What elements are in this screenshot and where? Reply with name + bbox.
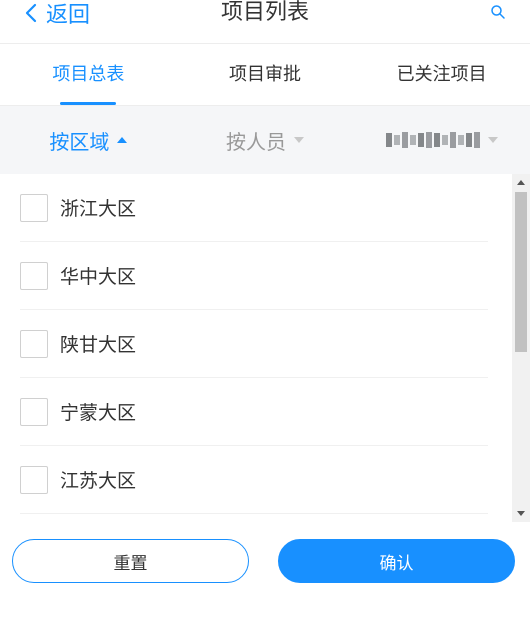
caret-down-icon (487, 137, 498, 143)
region-list: 浙江大区 华中大区 陕甘大区 宁蒙大区 江苏大区 (0, 174, 512, 522)
tab-project-approval[interactable]: 项目审批 (177, 44, 354, 105)
tab-label: 已关注项目 (396, 64, 487, 85)
tab-project-overview[interactable]: 项目总表 (0, 44, 177, 105)
list-item[interactable]: 宁蒙大区 (20, 378, 488, 446)
filter-label: 按人员 (226, 129, 286, 154)
checkbox[interactable] (20, 397, 48, 426)
list-item[interactable]: 江苏大区 (20, 446, 488, 514)
caret-up-icon (117, 137, 128, 143)
filter-by-region[interactable]: 按区域 (0, 106, 177, 174)
scroll-down-arrow-icon[interactable] (517, 511, 525, 516)
active-tab-indicator (60, 102, 117, 105)
page-title: 项目列表 (220, 0, 309, 25)
checkbox[interactable] (20, 329, 48, 358)
list-item[interactable]: 浙江大区 (20, 174, 488, 242)
filter-bar: 按区域 按人员 (0, 106, 530, 174)
scrollbar-thumb[interactable] (515, 192, 527, 352)
reset-button[interactable]: 重置 (12, 539, 249, 583)
list-scrollbar[interactable] (512, 174, 530, 522)
list-item[interactable]: 华中大区 (20, 242, 488, 310)
header-bar: 返回 项目列表 (0, 0, 530, 44)
tab-label: 项目审批 (229, 64, 301, 85)
checkbox[interactable] (20, 261, 48, 290)
pixelated-label (385, 132, 480, 148)
list-item[interactable]: 陕甘大区 (20, 310, 488, 378)
scroll-up-arrow-icon[interactable] (517, 180, 525, 185)
list-item-label: 浙江大区 (60, 198, 137, 220)
list-item-label: 江苏大区 (60, 470, 137, 492)
tab-bar: 项目总表 项目审批 已关注项目 (0, 44, 530, 106)
checkbox[interactable] (20, 193, 48, 222)
list-item-label: 陕甘大区 (60, 334, 137, 356)
filter-obscured[interactable] (353, 106, 530, 174)
list-item-label: 宁蒙大区 (60, 402, 137, 424)
filter-label: 按区域 (49, 129, 110, 154)
confirm-button[interactable]: 确认 (278, 539, 515, 583)
tab-followed-projects[interactable]: 已关注项目 (353, 44, 530, 105)
list-item-label: 华中大区 (60, 266, 137, 288)
search-icon[interactable] (490, 4, 506, 20)
caret-down-icon (294, 137, 304, 143)
filter-by-person[interactable]: 按人员 (177, 106, 354, 174)
tab-label: 项目总表 (52, 64, 125, 85)
checkbox[interactable] (20, 465, 48, 494)
